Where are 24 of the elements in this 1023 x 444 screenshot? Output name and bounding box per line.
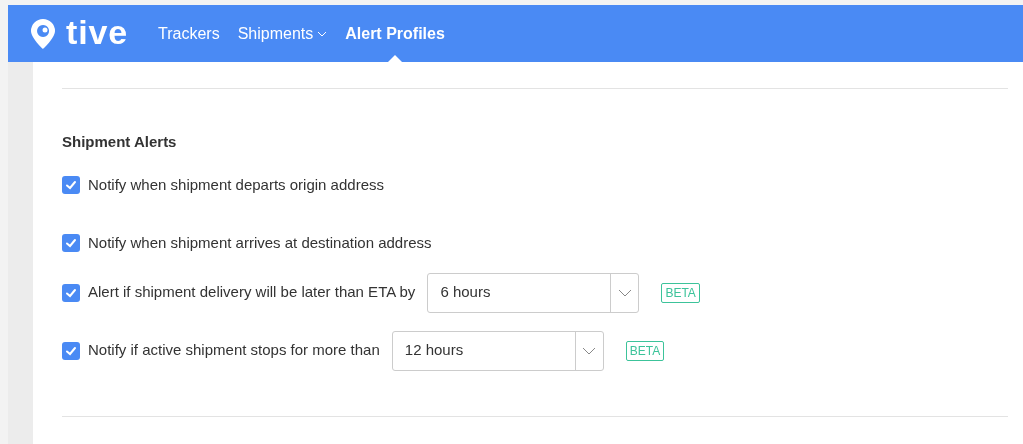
checkmark-icon — [65, 344, 77, 357]
chevron-down-icon — [582, 346, 597, 355]
hours-dropdown[interactable]: 6 hours — [427, 272, 640, 313]
alert-label: Notify if active shipment stops for more than — [88, 340, 380, 361]
alert-label: Alert if shipment delivery will be later than ETA by — [88, 282, 416, 303]
checkbox[interactable] — [62, 175, 80, 194]
nav-tab[interactable]: Trackers — [158, 5, 220, 62]
chevron-down-icon — [617, 288, 632, 297]
location-pin-icon — [30, 17, 56, 50]
section-title: Shipment Alerts — [62, 132, 178, 152]
checkbox[interactable] — [62, 234, 80, 253]
nav-tab[interactable]: Alert Profiles — [345, 5, 445, 62]
beta-badge: BETA — [661, 282, 700, 303]
checkbox[interactable] — [62, 341, 80, 360]
alert-label: Notify when shipment departs origin address — [88, 174, 384, 195]
hours-dropdown[interactable]: 12 hours — [391, 330, 604, 371]
checkmark-icon — [65, 286, 77, 299]
logo-text: tive — [66, 14, 128, 49]
checkmark-icon — [65, 237, 77, 250]
alert-label: Notify when shipment arrives at destination address — [88, 233, 432, 253]
nav-tab[interactable]: Shipments — [237, 5, 328, 62]
beta-badge: BETA — [625, 340, 665, 361]
checkbox[interactable] — [62, 283, 80, 302]
checkmark-icon — [65, 178, 77, 191]
